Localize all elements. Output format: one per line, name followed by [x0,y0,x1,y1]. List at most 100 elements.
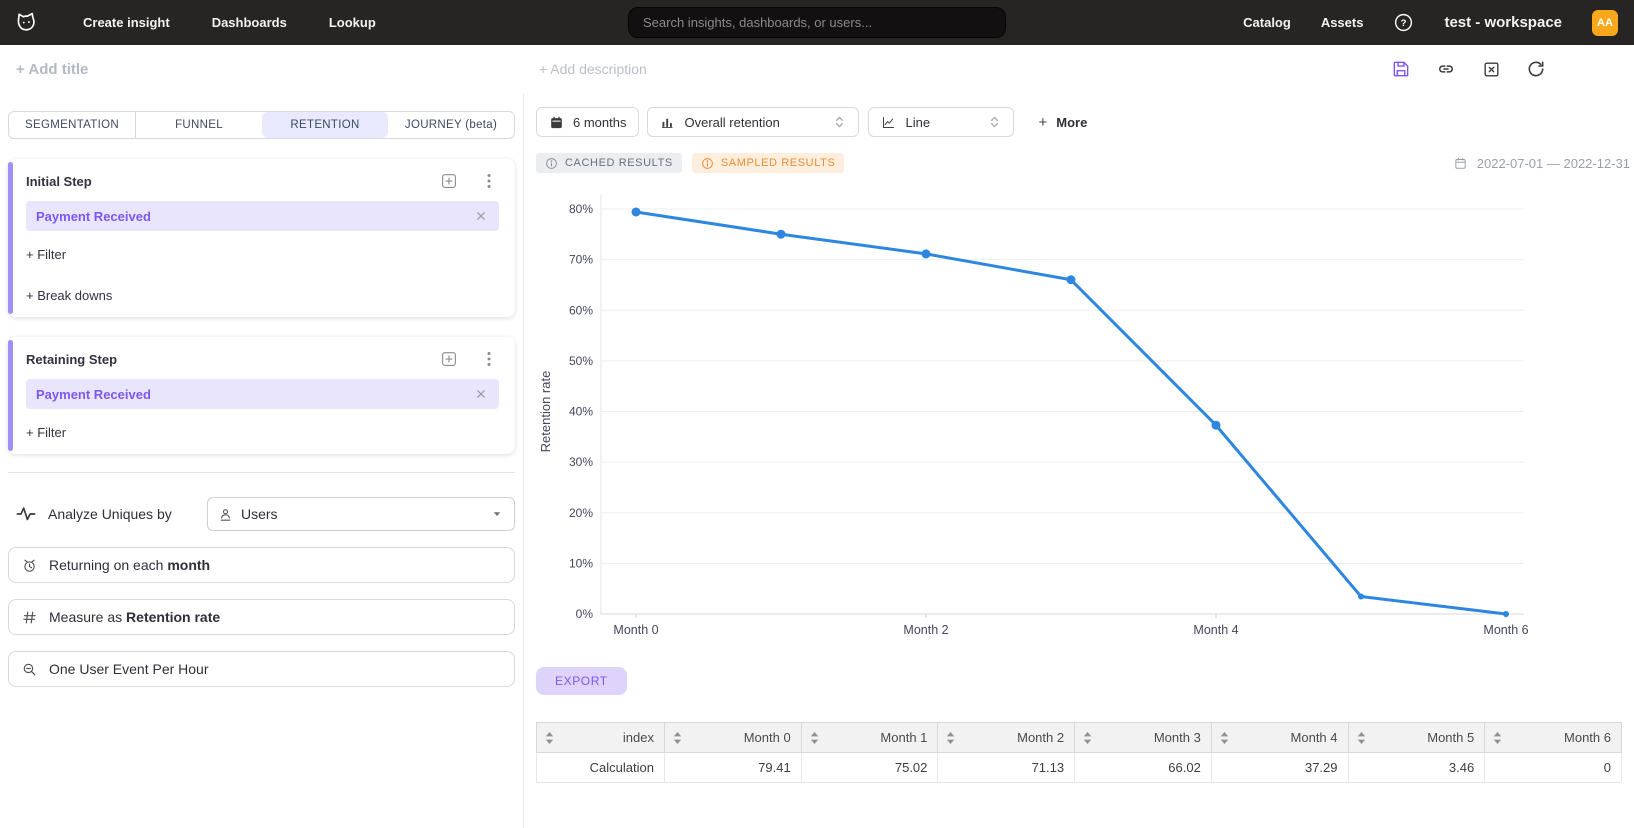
tab-journey[interactable]: JOURNEY (beta) [388,112,514,138]
table-cell: 37.29 [1211,753,1348,783]
panel-divider [8,472,515,473]
returning-option-label: Returning on each [49,557,167,573]
nav-assets[interactable]: Assets [1321,15,1364,30]
table-cell: Calculation [537,753,665,783]
add-event-icon[interactable] [439,349,459,369]
column-header-label: Month 1 [880,730,927,745]
column-header[interactable]: Month 1 [801,723,938,753]
analyze-entity-select[interactable]: Users [207,497,515,531]
table-row: Calculation79.4175.0271.1366.0237.293.46… [537,753,1622,783]
insight-type-tabs: SEGMENTATION FUNNEL RETENTION JOURNEY (b… [8,111,515,139]
column-header-label: Month 0 [744,730,791,745]
nav-lookup[interactable]: Lookup [329,15,376,30]
svg-text:30%: 30% [569,455,593,469]
add-title-button[interactable]: + Add title [16,61,88,78]
export-button[interactable]: EXPORT [536,667,627,695]
user-icon [218,507,233,522]
event-chip[interactable]: Payment Received [26,379,499,409]
top-navbar: Create insight Dashboards Lookup Catalog… [0,0,1634,45]
hash-icon [21,609,38,626]
column-header[interactable]: Month 3 [1075,723,1212,753]
analyze-uniques-row: Analyze Uniques by Users [8,497,515,531]
column-header[interactable]: Month 4 [1211,723,1348,753]
measure-as-option[interactable]: Measure as Retention rate [8,599,515,635]
add-description-button[interactable]: + Add description [539,61,647,77]
tab-funnel[interactable]: FUNNEL [135,112,262,138]
clock-icon [21,557,38,574]
column-header[interactable]: Month 6 [1485,723,1622,753]
date-range-value: 2022-07-01 — 2022-12-31 [1477,156,1630,171]
time-period-value: 6 months [573,115,626,130]
svg-text:Month 0: Month 0 [613,623,658,637]
measure-value: Retention rate [126,609,220,625]
column-header[interactable]: Month 2 [938,723,1075,753]
help-icon[interactable]: ? [1393,12,1414,33]
avatar[interactable]: AA [1592,10,1618,36]
add-filter-button[interactable]: + Filter [26,247,66,262]
results-table: index Month 0 Month 1 Month 2 Month 3 Month 4… [536,722,1622,783]
column-header[interactable]: index [537,723,665,753]
app-logo-cat-icon[interactable] [14,10,41,35]
zoom-out-icon [21,661,38,678]
svg-text:70%: 70% [569,253,593,267]
calendar-outline-icon [1453,156,1468,171]
analyze-entity-value: Users [241,506,490,522]
add-breakdowns-button[interactable]: + Break downs [26,288,112,303]
kebab-menu-icon[interactable] [479,349,499,369]
link-icon[interactable] [1436,59,1456,79]
clear-box-icon[interactable] [1481,59,1501,79]
returning-period-option[interactable]: Returning on each month [8,547,515,583]
refresh-icon[interactable] [1526,59,1546,79]
nav-create-insight[interactable]: Create insight [83,15,170,30]
line-chart-icon [881,115,896,130]
sort-icon[interactable] [810,732,819,744]
svg-text:20%: 20% [569,506,593,520]
sort-icon[interactable] [946,732,955,744]
retention-type-select[interactable]: Overall retention [647,107,859,137]
svg-text:80%: 80% [569,202,593,216]
remove-event-icon[interactable] [473,386,489,402]
tab-retention[interactable]: RETENTION [262,112,388,138]
chart-type-value: Line [905,115,979,130]
plus-icon: + [1038,114,1047,131]
chevron-down-icon [490,507,504,521]
sort-icon[interactable] [1357,732,1366,744]
kebab-menu-icon[interactable] [479,171,499,191]
event-chip-label: Payment Received [36,209,473,224]
column-header-label: Month 4 [1291,730,1338,745]
column-header[interactable]: Month 0 [665,723,802,753]
sort-icon[interactable] [545,732,554,744]
activity-icon [16,504,36,524]
svg-text:0%: 0% [576,607,594,621]
event-chip[interactable]: Payment Received [26,201,499,231]
nav-catalog[interactable]: Catalog [1243,15,1291,30]
retention-type-value: Overall retention [684,115,824,130]
tab-segmentation[interactable]: SEGMENTATION [9,112,135,138]
results-panel: 6 months Overall retention [524,93,1634,828]
svg-text:Month 4: Month 4 [1193,623,1238,637]
sort-icon[interactable] [1493,732,1502,744]
bar-chart-icon [660,115,675,130]
column-header[interactable]: Month 5 [1348,723,1485,753]
info-icon [545,157,558,170]
chart-type-select[interactable]: Line [868,107,1014,137]
more-options-button[interactable]: + More [1038,114,1087,131]
sort-icon[interactable] [673,732,682,744]
column-header-label: Month 3 [1154,730,1201,745]
add-event-icon[interactable] [439,171,459,191]
save-icon[interactable] [1391,59,1411,79]
sort-icon[interactable] [1083,732,1092,744]
remove-event-icon[interactable] [473,208,489,224]
add-filter-button[interactable]: + Filter [26,425,66,440]
time-period-button[interactable]: 6 months [536,107,639,137]
search-input[interactable] [628,7,1006,38]
nav-dashboards[interactable]: Dashboards [212,15,287,30]
dedupe-option[interactable]: One User Event Per Hour [8,651,515,687]
workspace-name[interactable]: test - workspace [1444,14,1562,31]
date-range: 2022-07-01 — 2022-12-31 [1453,156,1630,171]
status-row: CACHED RESULTS SAMPLED RESULTS 2022-07-0… [536,153,1634,173]
sort-icon[interactable] [1220,732,1229,744]
query-builder-panel: SEGMENTATION FUNNEL RETENTION JOURNEY (b… [0,93,524,828]
returning-period-value: month [167,557,210,573]
retention-line-chart[interactable]: 0%10%20%30%40%50%60%70%80%Month 0Month 2… [536,173,1634,651]
